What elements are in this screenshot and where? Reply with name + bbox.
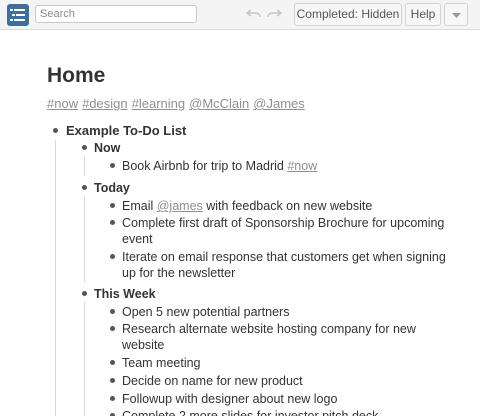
list-item-week-3[interactable]: Team meeting — [122, 355, 201, 371]
toolbar: Completed: Hidden Help — [0, 0, 480, 30]
list-item-today-2-cont[interactable]: event — [122, 231, 153, 247]
list-item-today-1[interactable]: Email @james with feedback on new websit… — [122, 198, 372, 214]
bullet-today-1[interactable] — [110, 203, 115, 208]
tag-james[interactable]: @James — [253, 96, 305, 111]
list-menu-icon — [10, 9, 25, 21]
tag-now[interactable]: #now — [47, 96, 78, 111]
bullet-now-1[interactable] — [110, 163, 115, 168]
tag-learning[interactable]: #learning — [132, 96, 186, 111]
list-item-now-1[interactable]: Book Airbnb for trip to Madrid #now — [122, 158, 317, 174]
list-item-week-4[interactable]: Decide on name for new product — [122, 373, 303, 389]
list-item-this-week[interactable]: This Week — [94, 286, 156, 302]
list-item-today-3-cont[interactable]: up for the newsletter — [122, 265, 235, 281]
outline-guide-this-week — [84, 302, 85, 416]
item-text: with feedback on new website — [202, 199, 373, 213]
sidebar-menu-button[interactable] — [7, 4, 29, 26]
completed-toggle-button[interactable]: Completed: Hidden — [294, 3, 402, 26]
bullet-week-5[interactable] — [110, 396, 115, 401]
bullet-today-3[interactable] — [110, 254, 115, 259]
bullet-week-2[interactable] — [110, 326, 115, 331]
bullet-week-1[interactable] — [110, 309, 115, 314]
outline-guide-today — [84, 196, 85, 282]
inline-tag-james[interactable]: @james — [157, 199, 203, 213]
chevron-down-icon — [452, 13, 461, 18]
bullet-today-2[interactable] — [110, 220, 115, 225]
tag-bar: #now #design #learning @McClain @James — [47, 96, 309, 112]
inline-tag-now[interactable]: #now — [287, 159, 317, 173]
bullet-now[interactable] — [82, 145, 87, 150]
page-title: Home — [47, 64, 106, 87]
list-item-week-5[interactable]: Followup with designer about new logo — [122, 391, 337, 407]
list-item-today-2[interactable]: Complete first draft of Sponsorship Broc… — [122, 215, 444, 231]
redo-icon[interactable] — [266, 8, 282, 20]
search-input[interactable] — [35, 5, 197, 23]
tag-mcclain[interactable]: @McClain — [189, 96, 249, 111]
item-text: Email — [122, 199, 157, 213]
bullet-this-week[interactable] — [82, 291, 87, 296]
bullet-week-3[interactable] — [110, 360, 115, 365]
list-item-week-2[interactable]: Research alternate website hosting compa… — [122, 321, 416, 337]
list-item-week-6[interactable]: Complete 2 more slides for investor pitc… — [122, 408, 378, 416]
list-item-root[interactable]: Example To-Do List — [66, 123, 186, 139]
list-item-week-1[interactable]: Open 5 new potential partners — [122, 304, 289, 320]
list-item-today-3[interactable]: Iterate on email response that customers… — [122, 249, 446, 265]
item-text: Book Airbnb for trip to Madrid — [122, 159, 288, 173]
tag-design[interactable]: #design — [82, 96, 128, 111]
list-item-week-2-cont[interactable]: website — [122, 337, 164, 353]
list-item-today[interactable]: Today — [94, 180, 130, 196]
outline-guide-now — [84, 156, 85, 176]
bullet-root[interactable] — [53, 128, 58, 133]
outline-guide-root — [55, 140, 56, 416]
bullet-today[interactable] — [82, 185, 87, 190]
undo-icon[interactable] — [246, 8, 262, 20]
help-button[interactable]: Help — [405, 3, 441, 26]
list-item-now[interactable]: Now — [94, 140, 120, 156]
app-window: Completed: Hidden Help Home #now#design#… — [0, 0, 480, 416]
more-menu-button[interactable] — [444, 3, 468, 26]
bullet-week-4[interactable] — [110, 378, 115, 383]
